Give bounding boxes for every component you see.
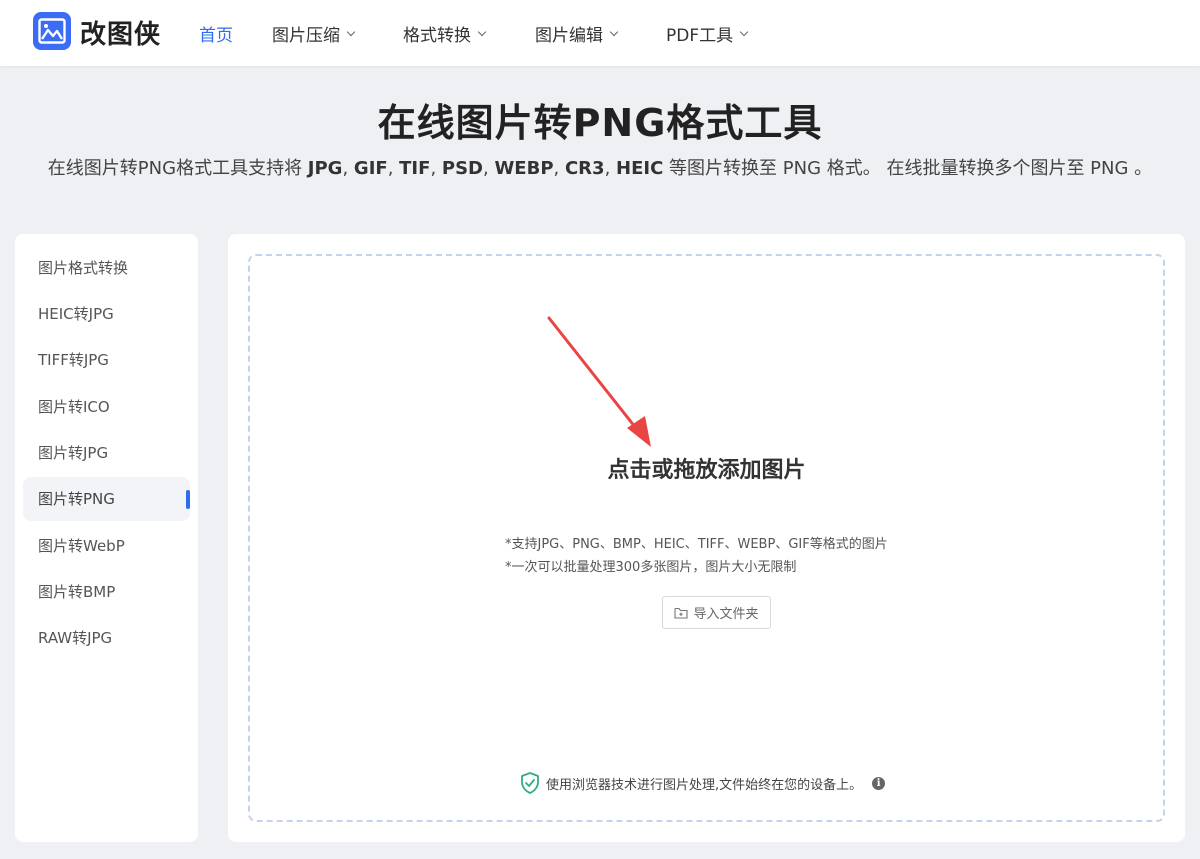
nav-home-label: 首页 [199, 26, 233, 46]
brand-name[interactable]: 改图侠 [80, 14, 161, 51]
nav-home[interactable]: 首页 [199, 21, 233, 46]
format-webp: WEBP [494, 158, 554, 179]
folder-icon [674, 607, 689, 619]
logo-icon[interactable] [33, 12, 71, 50]
subtitle-prefix: 在线图片转PNG格式工具支持将 [47, 158, 308, 179]
top-header: 改图侠 首页 图片压缩 格式转换 图片编辑 PDF工具 [0, 0, 1200, 66]
sidebar-item-image-to-bmp[interactable]: 图片转BMP [23, 570, 190, 614]
sidebar-item-format-convert[interactable]: 图片格式转换 [23, 246, 190, 290]
arrow-pointer-icon [547, 316, 651, 447]
chevron-down-icon [346, 27, 356, 36]
sidebar-item-image-to-webp[interactable]: 图片转WebP [23, 524, 190, 568]
nav-format-convert-label: 格式转换 [403, 26, 471, 46]
nav-image-compress-label: 图片压缩 [272, 26, 340, 46]
sidebar: 图片格式转换 HEIC转JPG TIFF转JPG 图片转ICO 图片转JPG 图… [15, 234, 198, 842]
upload-title-text: 点击或拖放添加图片 [607, 458, 806, 483]
nav-image-compress[interactable]: 图片压缩 [272, 21, 356, 46]
import-folder-label: 导入文件夹 [693, 607, 759, 622]
format-cr3: CR3 [564, 158, 605, 179]
format-tif: TIF [399, 158, 431, 179]
nav-pdf-tools-label: PDF工具 [666, 26, 734, 46]
shield-check-icon [521, 772, 539, 794]
upload-panel: 点击或拖放添加图片 *支持JPG、PNG、BMP、HEIC、TIFF、WEBP、… [228, 234, 1185, 842]
sidebar-item-raw-to-jpg[interactable]: RAW转JPG [23, 616, 190, 660]
supported-formats-hint: *支持JPG、PNG、BMP、HEIC、TIFF、WEBP、GIF等格式的图片 [505, 537, 888, 552]
format-psd: PSD [441, 158, 483, 179]
chevron-down-icon [609, 27, 619, 36]
nav-image-edit-label: 图片编辑 [535, 26, 603, 46]
info-icon[interactable]: i [872, 776, 886, 790]
privacy-note: 使用浏览器技术进行图片处理,文件始终在您的设备上。 i [520, 772, 886, 794]
page-title: 在线图片转PNG格式工具 [377, 101, 823, 145]
chevron-down-icon [477, 27, 487, 36]
privacy-text: 使用浏览器技术进行图片处理,文件始终在您的设备上。 [546, 777, 863, 793]
format-jpg: JPG [307, 158, 343, 179]
import-folder-button[interactable]: 导入文件夹 [662, 596, 771, 629]
upload-title: 点击或拖放添加图片 [250, 452, 1163, 484]
sidebar-item-image-to-ico[interactable]: 图片转ICO [23, 385, 190, 429]
nav-format-convert[interactable]: 格式转换 [403, 21, 487, 46]
sidebar-item-image-to-png[interactable]: 图片转PNG [23, 477, 190, 521]
batch-limit-hint: *一次可以批量处理300多张图片，图片大小无限制 [505, 560, 797, 575]
format-heic: HEIC [616, 158, 664, 179]
sidebar-item-tiff-to-jpg[interactable]: TIFF转JPG [23, 338, 190, 382]
nav-pdf-tools[interactable]: PDF工具 [666, 21, 749, 46]
sidebar-item-heic-to-jpg[interactable]: HEIC转JPG [23, 292, 190, 336]
page-subtitle: 在线图片转PNG格式工具支持将 JPG, GIF, TIF, PSD, WEBP… [47, 158, 1153, 179]
format-gif: GIF [353, 158, 388, 179]
upload-dropzone[interactable]: 点击或拖放添加图片 *支持JPG、PNG、BMP、HEIC、TIFF、WEBP、… [248, 254, 1165, 822]
chevron-down-icon [739, 27, 749, 36]
sidebar-item-image-to-jpg[interactable]: 图片转JPG [23, 431, 190, 475]
subtitle-suffix: 等图片转换至 PNG 格式。 在线批量转换多个图片至 PNG 。 [663, 158, 1153, 179]
nav-image-edit[interactable]: 图片编辑 [535, 21, 619, 46]
